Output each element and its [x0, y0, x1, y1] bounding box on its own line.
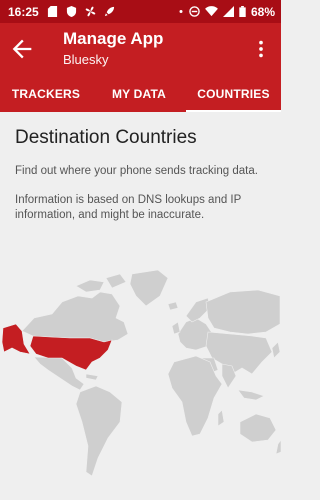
rocket-icon	[104, 6, 114, 17]
country-arctic-islands[interactable]	[75, 273, 127, 293]
tab-bar: TRACKERS MY DATA COUNTRIES	[0, 75, 281, 112]
dot-icon	[179, 10, 183, 13]
country-australia[interactable]	[239, 413, 277, 443]
countries-panel: Destination Countries Find out where you…	[0, 112, 281, 500]
page-title: Manage App	[63, 29, 164, 48]
do-not-disturb-icon	[189, 6, 200, 17]
country-uk[interactable]	[171, 321, 181, 335]
country-iceland[interactable]	[167, 301, 179, 311]
more-options-icon[interactable]	[250, 35, 272, 63]
battery-percent: 68%	[250, 4, 275, 19]
tab-countries[interactable]: COUNTRIES	[186, 75, 281, 112]
status-bar: 16:25 68%	[0, 0, 281, 23]
country-canada[interactable]	[21, 291, 129, 343]
description-text: Find out where your phone sends tracking…	[15, 165, 258, 177]
country-greenland[interactable]	[129, 269, 169, 307]
world-map[interactable]	[0, 262, 281, 492]
country-madagascar[interactable]	[217, 409, 225, 427]
app-bar: Manage App Bluesky	[0, 23, 281, 75]
country-south-america[interactable]	[75, 385, 123, 477]
status-time: 16:25	[8, 4, 39, 19]
tab-my-data[interactable]: MY DATA	[92, 75, 186, 112]
back-arrow-icon[interactable]	[8, 35, 36, 63]
section-heading: Destination Countries	[15, 127, 197, 148]
country-indonesia[interactable]	[237, 389, 265, 401]
country-new-zealand[interactable]	[275, 439, 281, 455]
shield-icon	[66, 6, 76, 17]
country-russia[interactable]	[205, 289, 281, 335]
app-subtitle: Bluesky	[63, 52, 109, 67]
tab-trackers[interactable]: TRACKERS	[0, 75, 92, 112]
country-cuba[interactable]	[85, 373, 99, 381]
wifi-icon	[205, 6, 218, 17]
signal-icon	[222, 6, 234, 17]
sd-card-icon	[47, 6, 57, 17]
country-japan[interactable]	[271, 341, 281, 359]
fan-icon	[85, 6, 96, 17]
disclaimer-text: Information is based on DNS lookups and …	[15, 194, 242, 221]
battery-icon	[239, 6, 246, 17]
